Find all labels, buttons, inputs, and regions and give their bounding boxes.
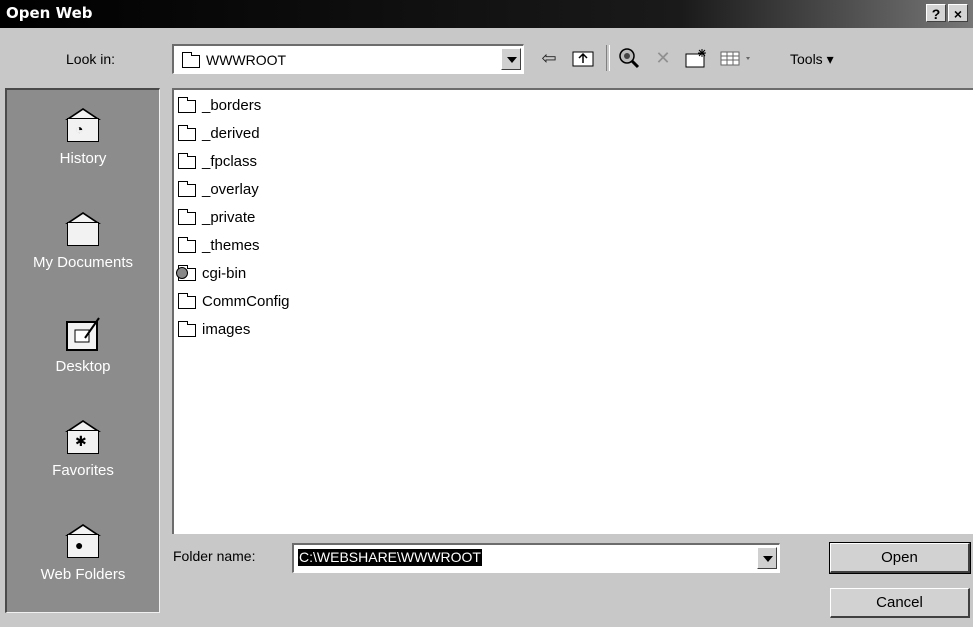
chevron-down-icon[interactable] bbox=[757, 547, 777, 569]
look-in-select[interactable]: WWWROOT bbox=[172, 44, 524, 74]
folder-icon bbox=[178, 153, 196, 169]
folder-icon bbox=[178, 181, 196, 197]
favorites-icon: ✱ bbox=[63, 420, 103, 458]
folder-icon bbox=[178, 209, 196, 225]
up-folder-icon[interactable] bbox=[568, 45, 598, 71]
folder-name-label: Folder name: bbox=[173, 548, 256, 564]
open-button[interactable]: Open bbox=[829, 542, 971, 574]
delete-icon[interactable]: ✕ bbox=[650, 45, 676, 71]
dialog-title: Open Web bbox=[6, 4, 93, 22]
place-desktop[interactable]: Desktop bbox=[7, 316, 159, 375]
folder-icon bbox=[178, 237, 196, 253]
folder-icon bbox=[178, 125, 196, 141]
cancel-button[interactable]: Cancel bbox=[830, 588, 970, 618]
folder-name-input[interactable]: C:\WEBSHARE\WWWROOT bbox=[292, 543, 780, 573]
folder-icon bbox=[178, 97, 196, 113]
place-history[interactable]: ◔ History bbox=[7, 108, 159, 167]
close-button[interactable]: × bbox=[948, 4, 968, 22]
my-documents-icon bbox=[63, 212, 103, 250]
place-label: History bbox=[59, 150, 107, 167]
folder-icon bbox=[178, 321, 196, 337]
place-label: Web Folders bbox=[40, 566, 126, 583]
folder-icon bbox=[178, 293, 196, 309]
place-label: Desktop bbox=[55, 358, 111, 375]
new-folder-icon[interactable] bbox=[682, 45, 712, 71]
look-in-value: WWWROOT bbox=[206, 52, 287, 68]
chevron-down-icon[interactable] bbox=[501, 48, 521, 70]
look-in-label: Look in: bbox=[66, 51, 116, 67]
places-bar: ◔ History My Documents Desktop ✱ Favorit… bbox=[5, 88, 160, 613]
place-my-documents[interactable]: My Documents bbox=[7, 212, 159, 271]
history-icon: ◔ bbox=[63, 108, 103, 146]
tools-menu[interactable]: Tools ▾ bbox=[790, 51, 834, 68]
toolbar-separator bbox=[606, 45, 610, 71]
views-icon[interactable] bbox=[718, 45, 758, 71]
file-list[interactable]: _borders _derived _fpclass _overlay _pri… bbox=[172, 88, 973, 534]
title-bar[interactable]: Open Web ? × bbox=[0, 0, 973, 28]
globe-icon bbox=[176, 267, 188, 279]
folder-icon bbox=[182, 52, 200, 68]
place-favorites[interactable]: ✱ Favorites bbox=[7, 420, 159, 479]
place-web-folders[interactable]: ● Web Folders bbox=[7, 524, 159, 583]
help-button[interactable]: ? bbox=[926, 4, 946, 22]
search-web-icon[interactable] bbox=[614, 45, 644, 71]
back-icon[interactable]: ⇦ bbox=[536, 45, 562, 71]
folder-name-value: C:\WEBSHARE\WWWROOT bbox=[298, 549, 482, 566]
place-label: My Documents bbox=[32, 254, 134, 271]
web-folders-icon: ● bbox=[63, 524, 103, 562]
open-web-dialog: Open Web ? × Look in: WWWROOT ⇦ ✕ Tools … bbox=[0, 0, 973, 627]
place-label: Favorites bbox=[52, 462, 114, 479]
desktop-icon bbox=[63, 316, 103, 354]
